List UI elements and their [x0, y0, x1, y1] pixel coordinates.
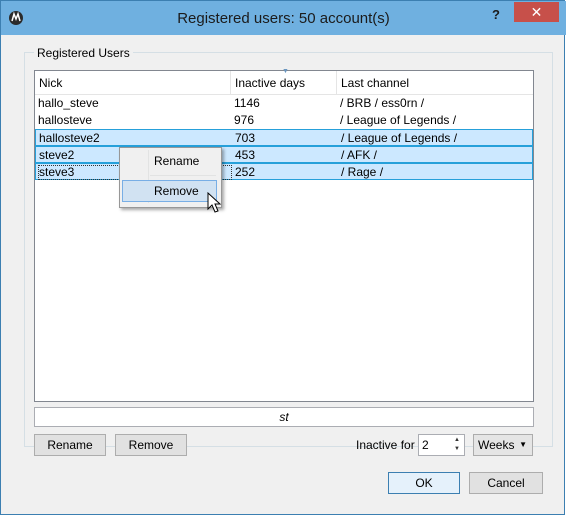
cell-last-channel: / AFK /	[341, 148, 378, 162]
dialog-body: Registered Users Nick Inactive days Last…	[8, 35, 557, 509]
group-label: Registered Users	[34, 46, 133, 60]
filter-input[interactable]: st	[34, 407, 534, 427]
spin-up-icon[interactable]: ▲	[451, 436, 463, 445]
cell-last-channel: / League of Legends /	[340, 113, 457, 127]
cell-nick: hallosteve2	[39, 131, 100, 145]
cell-inactive-days: 453	[235, 148, 256, 162]
column-header-nick[interactable]: Nick	[35, 71, 231, 94]
cell-inactive-days: 252	[235, 165, 256, 179]
rename-button[interactable]: Rename	[34, 434, 106, 456]
remove-button[interactable]: Remove	[115, 434, 187, 456]
sort-indicator-icon: ▼	[282, 68, 289, 75]
table-row[interactable]: hallosteve 976 / League of Legends /	[35, 112, 533, 129]
table-row[interactable]: hallo_steve 1146 / BRB / ess0rn /	[35, 95, 533, 112]
spin-buttons: ▲ ▼	[451, 436, 463, 454]
inactive-unit-value: Weeks	[478, 438, 515, 452]
title-bar[interactable]: Registered users: 50 account(s) ? ✕	[1, 1, 566, 35]
menu-separator	[150, 175, 216, 176]
ok-button[interactable]: OK	[388, 472, 460, 494]
cell-last-channel: / BRB / ess0rn /	[340, 96, 425, 110]
chevron-down-icon: ▼	[519, 440, 527, 449]
inactive-for-label: Inactive for	[356, 438, 415, 452]
cell-last-channel: / League of Legends /	[341, 131, 458, 145]
cell-last-channel: / Rage /	[341, 165, 384, 179]
cell-nick: hallo_steve	[38, 96, 99, 110]
cell-inactive-days: 703	[235, 131, 256, 145]
dialog-window: Registered users: 50 account(s) ? ✕ Regi…	[0, 0, 566, 515]
inactive-unit-dropdown[interactable]: Weeks ▼	[473, 434, 533, 456]
close-button[interactable]: ✕	[514, 2, 559, 22]
cell-inactive-days: 976	[234, 113, 255, 127]
cell-inactive-days: 1146	[234, 96, 260, 110]
help-button[interactable]: ?	[489, 7, 503, 25]
menu-item-remove[interactable]: Remove	[122, 180, 217, 202]
table-header: Nick Inactive days Last channel ▼	[35, 68, 533, 95]
column-header-last-channel[interactable]: Last channel	[337, 71, 533, 94]
spin-down-icon[interactable]: ▼	[451, 445, 463, 454]
inactive-amount-spinbox[interactable]: 2 ▲ ▼	[418, 434, 465, 456]
table-row[interactable]: steve3 252 / Rage /	[35, 163, 533, 180]
table-row[interactable]: hallosteve2 703 / League of Legends /	[35, 129, 533, 146]
users-table[interactable]: Nick Inactive days Last channel ▼ hallo_…	[34, 68, 534, 402]
window-title: Registered users: 50 account(s)	[177, 10, 390, 27]
menu-item-rename[interactable]: Rename	[122, 150, 217, 172]
inactive-amount-value: 2	[422, 438, 429, 452]
mouse-pointer-icon	[207, 191, 223, 214]
cancel-button[interactable]: Cancel	[469, 472, 543, 494]
table-row[interactable]: steve2 453 / AFK /	[35, 146, 533, 163]
cell-nick: hallosteve	[38, 113, 93, 127]
